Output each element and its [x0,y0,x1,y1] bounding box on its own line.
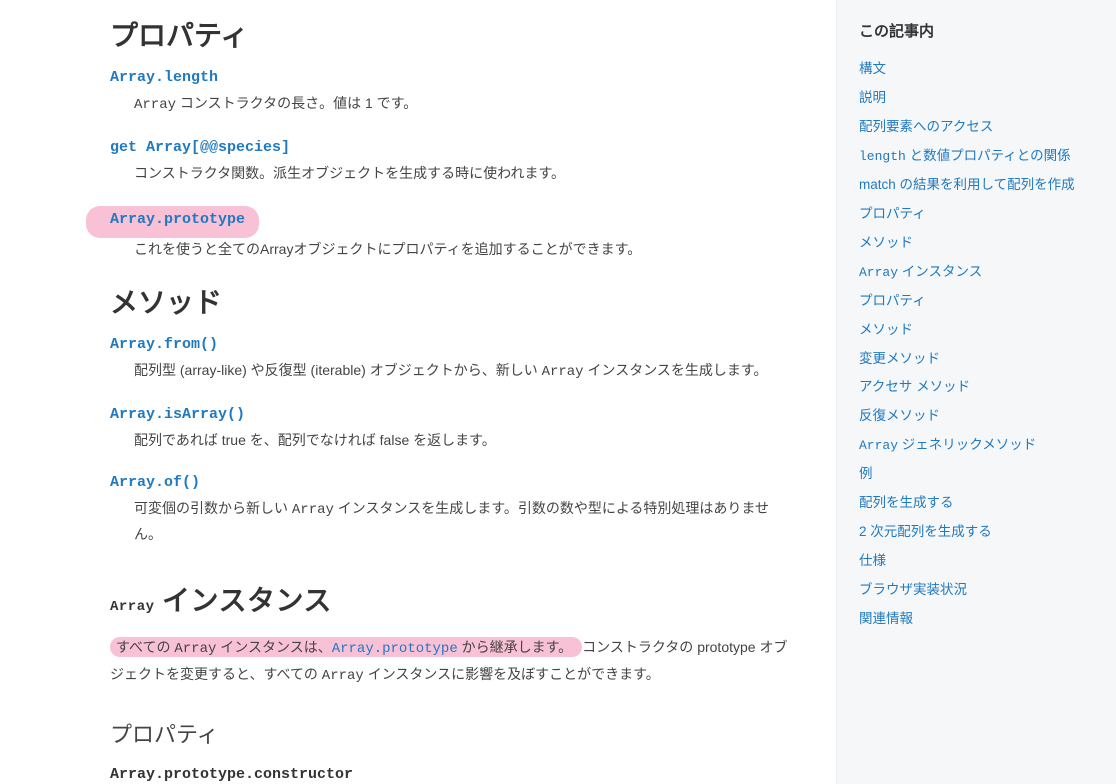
toc-link[interactable]: 例 [859,460,1094,489]
toc-link[interactable]: メソッド [859,316,1094,345]
toc-link[interactable]: Array インスタンス [859,258,1094,287]
toc-link[interactable]: 配列を生成する [859,489,1094,518]
toc-link[interactable]: ブラウザ実装状況 [859,576,1094,605]
toc-link[interactable]: length と数値プロパティとの関係 [859,142,1094,171]
toc-link[interactable]: 説明 [859,84,1094,113]
toc-link[interactable]: 仕様 [859,547,1094,576]
def-desc: 配列であれば true を、配列でなければ false を返します。 [110,429,796,453]
toc-link[interactable]: 2 次元配列を生成する [859,518,1094,547]
highlight-annotation: すべての Array インスタンスは、Array.prototype から継承し… [110,637,582,657]
section-title-methods: メソッド [110,281,796,321]
def-item: Array.of() 可変個の引数から新しい Array インスタンスを生成しま… [110,473,796,547]
prop-array-prototype-link[interactable]: Array.prototype [110,211,245,228]
prop-array-species-link[interactable]: get Array[@@species] [110,139,290,156]
def-desc: 配列型 (array-like) や反復型 (iterable) オブジェクトか… [110,359,796,385]
def-item: Array.prototype これを使うと全てのArrayオブジェクトにプロパ… [110,206,796,262]
toc-title: この記事内 [859,20,1094,41]
toc-link[interactable]: メソッド [859,229,1094,258]
toc-link[interactable]: match の結果を利用して配列を作成 [859,171,1094,200]
prop-constructor: Array.prototype.constructor [110,766,353,783]
code-array: Array [134,97,176,113]
code-array: Array [292,502,334,518]
def-item: Array.length Array コンストラクタの長さ。値は 1 です。 [110,68,796,118]
toc-link[interactable]: Array ジェネリックメソッド [859,431,1094,460]
main-content: プロパティ Array.length Array コンストラクタの長さ。値は 1… [0,0,836,784]
def-desc: コンストラクタ関数。派生オブジェクトを生成する時に使われます。 [110,162,796,186]
toc-link[interactable]: 配列要素へのアクセス [859,113,1094,142]
toc-link[interactable]: 変更メソッド [859,345,1094,374]
toc-link[interactable]: 関連情報 [859,605,1094,634]
def-item: Array.from() 配列型 (array-like) や反復型 (iter… [110,335,796,385]
highlight-annotation: Array.prototype [86,206,259,238]
prop-array-length-link[interactable]: Array.length [110,69,218,86]
def-item: Array.prototype.constructor オブジェクトのプロトタイ… [110,765,796,784]
sub-section-properties: プロパティ [110,717,796,749]
toc-sidebar: この記事内 構文説明配列要素へのアクセスlength と数値プロパティとの関係m… [836,0,1116,784]
toc-list: 構文説明配列要素へのアクセスlength と数値プロパティとの関係match の… [859,55,1094,634]
def-desc: 可変個の引数から新しい Array インスタンスを生成します。引数の数や型による… [110,497,796,547]
section-title-properties: プロパティ [110,14,796,54]
toc-link[interactable]: プロパティ [859,287,1094,316]
toc-link[interactable]: プロパティ [859,200,1094,229]
method-array-of-link[interactable]: Array.of() [110,474,200,491]
toc-link[interactable]: アクセサ メソッド [859,373,1094,402]
def-desc: Array コンストラクタの長さ。値は 1 です。 [110,92,796,118]
toc-link[interactable]: 構文 [859,55,1094,84]
def-item: Array.isArray() 配列であれば true を、配列でなければ fa… [110,405,796,453]
def-desc: これを使うと全てのArrayオブジェクトにプロパティを追加することができます。 [110,238,796,262]
toc-link[interactable]: 反復メソッド [859,402,1094,431]
section-title-instances: Array インスタンス [110,579,796,619]
instances-intro: すべての Array インスタンスは、Array.prototype から継承し… [110,635,796,689]
method-array-isarray-link[interactable]: Array.isArray() [110,406,245,423]
code-array: Array [542,364,584,380]
method-array-from-link[interactable]: Array.from() [110,336,218,353]
array-prototype-link[interactable]: Array.prototype [332,641,458,657]
def-item: get Array[@@species] コンストラクタ関数。派生オブジェクトを… [110,138,796,186]
